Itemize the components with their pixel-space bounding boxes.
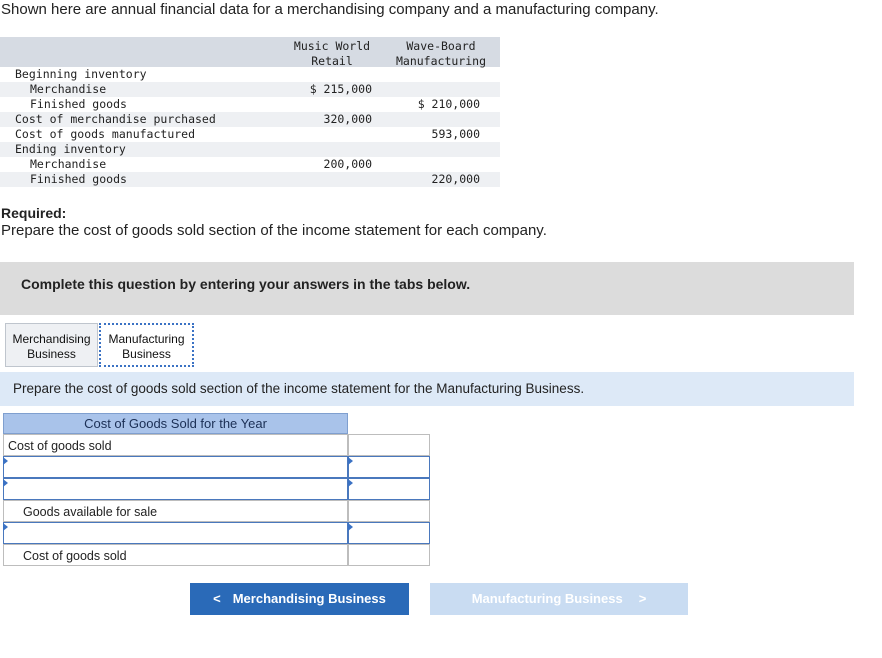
table-row [3,456,430,478]
financial-data-table: Music World Retail Wave-Board Manufactur… [0,37,500,187]
instruction-text: Prepare the cost of goods sold section o… [13,381,585,396]
next-tab-button[interactable]: Manufacturing Business > [430,583,688,615]
amount-cell [348,544,430,566]
data-row: Finished goods 220,000 [0,172,500,187]
data-row: Merchandise $ 215,000 [0,82,500,97]
table-row: Cost of goods sold [3,544,430,566]
chevron-right-icon: > [638,591,647,606]
data-row: Finished goods $ 210,000 [30,97,480,111]
banner-text: Complete this question by entering your … [21,276,471,292]
data-row: Ending inventory [0,142,500,157]
prev-button-label: Merchandising Business [232,591,386,606]
data-row: Merchandise 200,000 [30,157,372,171]
intro-text: Shown here are annual financial data for… [1,1,659,18]
required-title: Required: [1,205,67,221]
table-row [3,478,430,500]
data-table-header: Music World Retail Wave-Board Manufactur… [0,37,500,68]
table-row [3,522,430,544]
instructions-banner: Complete this question by entering your … [0,262,854,315]
amount-cell [348,434,430,456]
row-label: Cost of goods sold [3,544,348,566]
label-input[interactable] [3,522,348,544]
tab-manufacturing-business[interactable]: Manufacturing Business [99,323,194,367]
amount-input[interactable] [348,522,430,544]
required-text: Prepare the cost of goods sold section o… [1,222,547,239]
cogs-work-table: Cost of Goods Sold for the Year Cost of … [3,413,430,566]
label-input[interactable] [3,478,348,500]
label-input[interactable] [3,456,348,478]
next-button-label: Manufacturing Business [471,591,623,606]
instruction-bar: Prepare the cost of goods sold section o… [0,372,854,406]
chevron-left-icon: < [213,591,221,606]
amount-cell [348,500,430,522]
col-music-world: Music World Retail [293,39,371,68]
work-table-header: Cost of Goods Sold for the Year [3,413,348,434]
tab-merchandising-business[interactable]: Merchandising Business [5,323,98,367]
data-row: Cost of goods manufactured 593,000 [15,127,480,141]
amount-input[interactable] [348,456,430,478]
data-row: Cost of merchandise purchased 320,000 [0,112,500,127]
table-row: Goods available for sale [3,500,430,522]
table-row: Cost of goods sold [3,434,430,456]
prev-tab-button[interactable]: < Merchandising Business [190,583,409,615]
amount-input[interactable] [348,478,430,500]
data-row: Beginning inventory [15,67,147,81]
row-label: Goods available for sale [3,500,348,522]
row-label: Cost of goods sold [3,434,348,456]
col-wave-board: Wave-Board Manufacturing [395,39,486,68]
